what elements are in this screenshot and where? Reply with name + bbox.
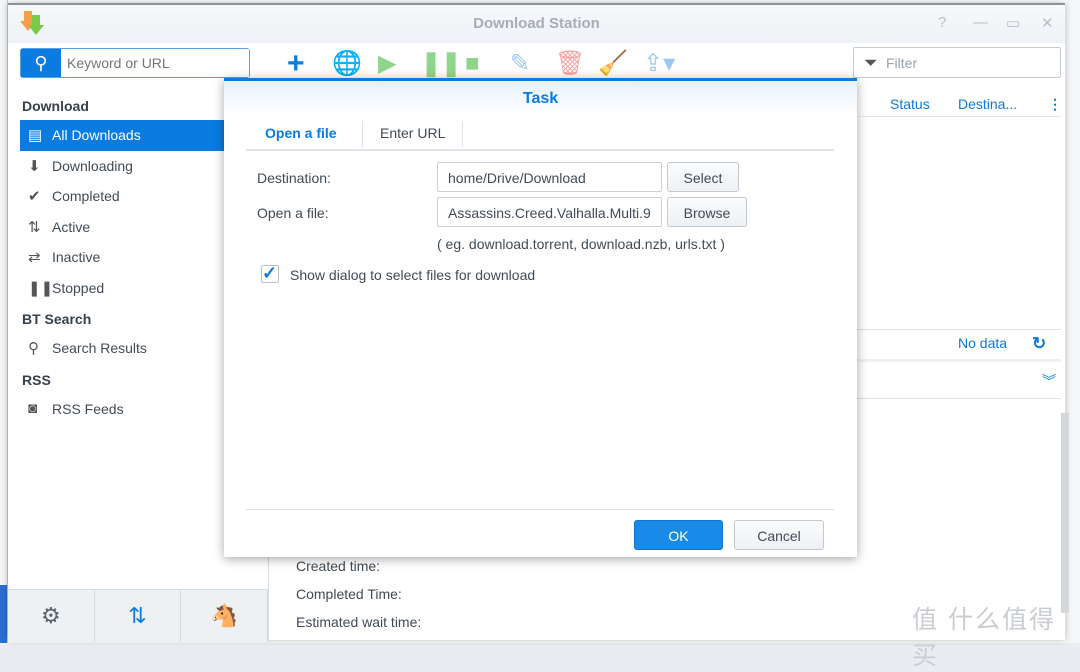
select-button[interactable]: Select <box>667 162 739 192</box>
sidebar-item-all-downloads[interactable]: ▤ All Downloads <box>20 120 224 151</box>
estimated-wait-label: Estimated wait time: <box>296 614 422 630</box>
divider <box>362 121 363 147</box>
transfer-icon[interactable]: ⇅ <box>95 590 182 642</box>
created-time-label: Created time: <box>296 558 381 574</box>
refresh-icon[interactable]: ↻ <box>1032 334 1046 354</box>
column-status[interactable]: Status <box>890 96 930 112</box>
filter-input[interactable]: ⏷ Filter <box>853 47 1061 78</box>
share-icon[interactable]: ⇪▾ <box>643 50 675 78</box>
task-dialog: Task Open a file Enter URL Destination: … <box>224 78 857 557</box>
taskbar-edge <box>0 585 8 643</box>
title-bar: Download Station ? — ▭ ✕ <box>8 5 1065 43</box>
search-icon[interactable]: ⚲ <box>21 49 61 77</box>
settings-gear-icon[interactable]: ⚙ <box>8 590 95 642</box>
help-icon[interactable]: ? <box>938 14 946 31</box>
column-destination[interactable]: Destina... <box>958 96 1017 112</box>
tab-enter-url[interactable]: Enter URL <box>380 125 445 141</box>
up-down-arrows-icon: ⇅ <box>28 218 41 236</box>
file-hint: ( eg. download.torrent, download.nzb, ur… <box>437 236 725 252</box>
grid-status: No data <box>958 335 1008 351</box>
window-title: Download Station <box>473 15 600 32</box>
search-icon: ⚲ <box>28 340 39 358</box>
completed-time-label: Completed Time: <box>296 586 402 602</box>
browse-button[interactable]: Browse <box>667 197 747 227</box>
tab-open-a-file[interactable]: Open a file <box>265 125 337 141</box>
document-icon: ▤ <box>28 127 43 145</box>
emule-icon[interactable]: 🐴 <box>181 590 269 642</box>
pause-icon[interactable]: ❚❚ <box>421 50 461 78</box>
collapse-chevron-icon[interactable]: ︾ <box>1042 371 1056 391</box>
pause-icon: ❚❚ <box>28 279 54 297</box>
check-icon: ✔ <box>28 188 41 206</box>
start-icon[interactable]: ▶ <box>378 50 396 78</box>
label: All Downloads <box>52 127 141 144</box>
clear-icon[interactable]: 🧹 <box>598 50 628 78</box>
scrollbar[interactable] <box>1061 413 1069 613</box>
minimize-icon[interactable]: — <box>973 14 988 31</box>
ok-button[interactable]: OK <box>634 520 723 550</box>
label: Downloading <box>52 157 133 174</box>
download-arrow-icon: ⬇ <box>28 157 41 175</box>
column-menu-icon[interactable]: ⋮ <box>1048 96 1062 113</box>
label: Stopped <box>52 279 105 296</box>
desktop-left-edge <box>0 0 8 643</box>
close-icon[interactable]: ✕ <box>1041 14 1054 32</box>
add-icon[interactable]: + <box>287 49 305 79</box>
show-dialog-label[interactable]: Show dialog to select files for download <box>290 267 535 283</box>
stop-icon[interactable]: ■ <box>465 50 480 78</box>
label: Completed <box>52 188 120 205</box>
show-dialog-checkbox[interactable]: ✓ <box>261 264 279 283</box>
open-file-label: Open a file: <box>257 205 329 221</box>
divider <box>246 509 834 510</box>
search-input[interactable] <box>61 49 249 77</box>
sidebar-bottom-bar: ⚙ ⇅ 🐴 <box>8 589 269 642</box>
rss-icon: ◙ <box>28 400 38 418</box>
dialog-tabs: Open a file Enter URL <box>246 117 834 151</box>
divider <box>462 121 463 147</box>
destination-field[interactable]: home/Drive/Download <box>437 162 662 192</box>
dialog-title: Task <box>224 81 857 115</box>
label: Inactive <box>52 249 101 266</box>
filter-placeholder: Filter <box>886 55 918 71</box>
maximize-icon[interactable]: ▭ <box>1006 14 1020 32</box>
filter-icon: ⏷ <box>864 53 878 72</box>
label: RSS Feeds <box>52 400 124 417</box>
edit-icon[interactable]: ✎ <box>510 50 530 78</box>
delete-icon[interactable]: 🗑 <box>555 50 585 78</box>
destination-label: Destination: <box>257 170 331 186</box>
watermark-logo: 值 什么值得买 <box>912 606 1056 670</box>
cancel-button[interactable]: Cancel <box>734 520 824 550</box>
add-url-icon[interactable]: 🌐 <box>332 50 362 78</box>
label: Active <box>52 218 91 235</box>
open-file-field[interactable]: Assassins.Creed.Valhalla.Multi.9 <box>437 197 662 227</box>
inactive-icon: ⇄ <box>28 249 41 267</box>
search-box: ⚲ <box>20 48 250 78</box>
label: Search Results <box>52 340 147 357</box>
grid-header: Status Destina... ⋮ <box>858 89 1062 117</box>
